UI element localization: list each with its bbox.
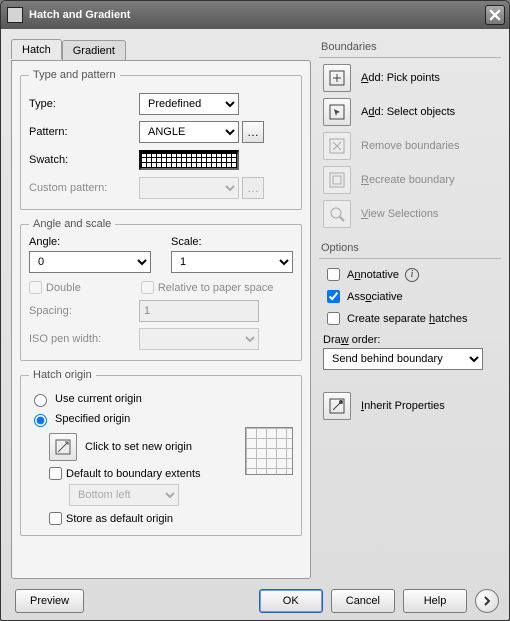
extents-select: Bottom left (69, 484, 179, 506)
window-title: Hatch and Gradient (29, 9, 485, 21)
custom-pattern-select (139, 177, 239, 199)
app-icon (7, 7, 23, 23)
close-button[interactable] (485, 5, 505, 25)
recreate-icon (329, 172, 345, 188)
chevron-right-icon (482, 596, 492, 606)
ellipsis-icon: … (247, 125, 259, 139)
relative-checkbox (141, 281, 154, 294)
ellipsis-icon: … (247, 181, 259, 195)
select-objects-icon (329, 104, 345, 120)
tab-gradient[interactable]: Gradient (62, 40, 126, 60)
view-selections-label: View Selections (361, 208, 438, 220)
scale-label: Scale: (171, 236, 293, 248)
swatch-label: Swatch: (29, 154, 139, 166)
recreate-boundary-label: Recreate boundary (361, 174, 455, 186)
relative-check: Relative to paper space (141, 281, 274, 294)
angle-scale-group: Angle and scale Angle: 0 Scale: 1 (20, 218, 302, 361)
pattern-browse-button[interactable]: … (242, 121, 264, 143)
type-label: Type: (29, 98, 139, 110)
magnifier-icon (329, 206, 345, 222)
angle-scale-legend: Angle and scale (29, 218, 115, 230)
options-legend: Options (321, 242, 501, 254)
view-selections-item: View Selections (319, 200, 501, 228)
remove-boundaries-button (323, 132, 351, 160)
pick-points-icon (329, 70, 345, 86)
draw-order-select[interactable]: Send behind boundary (323, 348, 483, 370)
type-pattern-group: Type and pattern Type: Predefined Patter… (20, 69, 302, 210)
pattern-select[interactable]: ANGLE (139, 121, 239, 143)
custom-pattern-label: Custom pattern: (29, 182, 139, 194)
inherit-properties-button[interactable] (323, 392, 351, 420)
add-select-objects-item: Add: Select objects (319, 98, 501, 126)
use-current-origin-radio[interactable]: Use current origin (29, 391, 293, 407)
double-checkbox (29, 281, 42, 294)
tab-hatch[interactable]: Hatch (11, 39, 62, 59)
associative-check[interactable]: Associative (323, 287, 501, 306)
swatch-preview[interactable] (139, 150, 239, 170)
add-pick-points-item: Add: Pick points (319, 64, 501, 92)
inherit-properties-item: Inherit Properties (319, 392, 501, 420)
remove-icon (329, 138, 345, 154)
remove-boundaries-item: Remove boundaries (319, 132, 501, 160)
default-extents-check[interactable]: Default to boundary extents (49, 467, 235, 480)
ok-button[interactable]: OK (259, 589, 323, 613)
annotative-check[interactable]: Annotative i (323, 265, 501, 284)
cancel-button[interactable]: Cancel (331, 589, 395, 613)
specified-origin-radio[interactable]: Specified origin (29, 411, 293, 427)
add-select-objects-label[interactable]: Add: Select objects (361, 106, 455, 118)
close-icon (489, 9, 501, 21)
view-selections-button (323, 200, 351, 228)
custom-pattern-browse-button: … (242, 177, 264, 199)
angle-select[interactable]: 0 (29, 251, 151, 273)
set-origin-button[interactable] (49, 433, 77, 461)
hatch-origin-group: Hatch origin Use current origin Specifie… (20, 369, 302, 536)
origin-icon (55, 439, 71, 455)
remove-boundaries-label: Remove boundaries (361, 140, 459, 152)
info-icon[interactable]: i (405, 268, 419, 282)
double-check: Double (29, 281, 81, 294)
preview-button[interactable]: Preview (15, 589, 84, 613)
recreate-boundary-item: Recreate boundary (319, 166, 501, 194)
add-pick-points-button[interactable] (323, 64, 351, 92)
spacing-label: Spacing: (29, 305, 139, 317)
hatch-panel: Type and pattern Type: Predefined Patter… (11, 60, 311, 579)
recreate-boundary-button (323, 166, 351, 194)
add-pick-points-label[interactable]: Add: Pick points (361, 72, 440, 84)
scale-select[interactable]: 1 (171, 251, 293, 273)
hatch-origin-legend: Hatch origin (29, 369, 96, 381)
store-default-check[interactable]: Store as default origin (49, 512, 235, 525)
iso-select (139, 328, 259, 350)
help-button[interactable]: Help (403, 589, 467, 613)
angle-label: Angle: (29, 236, 151, 248)
boundaries-legend: Boundaries (321, 41, 501, 53)
set-origin-label: Click to set new origin (85, 441, 192, 453)
pattern-label: Pattern: (29, 126, 139, 138)
type-pattern-legend: Type and pattern (29, 69, 120, 81)
inherit-properties-label[interactable]: Inherit Properties (361, 400, 445, 412)
add-select-objects-button[interactable] (323, 98, 351, 126)
iso-label: ISO pen width: (29, 333, 139, 345)
expand-button[interactable] (475, 589, 499, 613)
inherit-icon (329, 398, 345, 414)
type-select[interactable]: Predefined (139, 93, 239, 115)
spacing-input (139, 300, 259, 322)
draw-order-label: Draw order: (323, 334, 501, 346)
button-bar: Preview OK Cancel Help (1, 582, 509, 620)
origin-preview (245, 427, 293, 475)
separate-check[interactable]: Create separate hatches (323, 309, 501, 328)
dialog-window: Hatch and Gradient HatchGradient Type an… (0, 0, 510, 621)
titlebar: Hatch and Gradient (1, 1, 509, 29)
